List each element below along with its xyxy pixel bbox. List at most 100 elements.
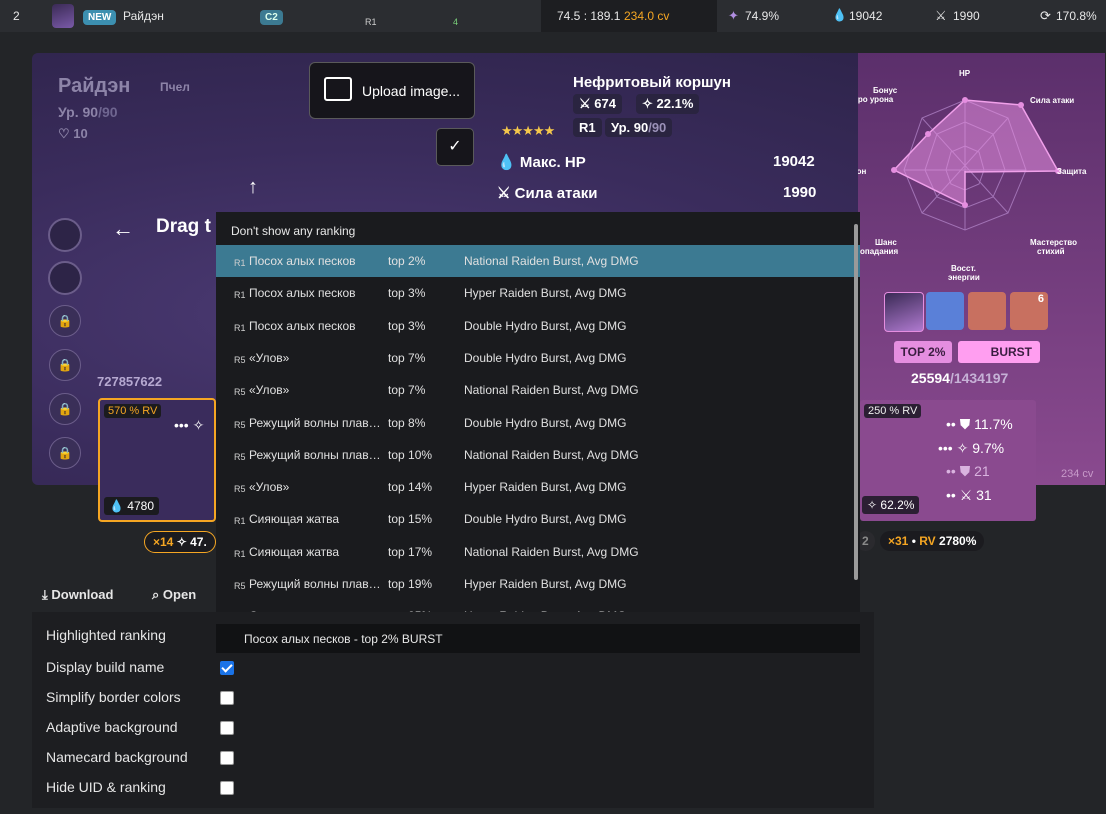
talent-slot-2[interactable] [48, 261, 82, 295]
artifact-card-flower[interactable]: 570 % RV 💧 4780 ••• ✧ [98, 398, 216, 522]
radar-label-em-2: стихий [1037, 247, 1065, 256]
ranking-weapon: Сияющая жатва [249, 512, 340, 527]
constellation-badge: C2 [260, 10, 283, 25]
ranking-option[interactable]: R1 Посох алых песков top 3% Double Hydro Bu… [216, 310, 860, 342]
row-set-count: 4 [453, 17, 459, 27]
ranking-refine: R5 [234, 451, 246, 462]
weapon-atk-chip: ⚔ 674 [573, 94, 622, 114]
ranking-weapon: Посох алых песков [249, 286, 356, 301]
lock-icon: 🔒 [49, 393, 81, 425]
ranking-option[interactable]: R5 Режущий волны плавн... top 8% Double Hyd… [216, 407, 860, 439]
ranking-top-badge: TOP 2% [894, 341, 952, 363]
radar-label-def: Защита [1057, 167, 1087, 176]
substat-cr: •• ⛊ 11.7% [946, 416, 1013, 432]
drag-hint: Drag t [156, 216, 211, 237]
sword-icon: •• ⚔ [946, 487, 973, 503]
ranking-name: Double Hydro Burst, Avg DMG [464, 350, 627, 365]
option-checkbox[interactable] [220, 721, 234, 735]
option-checkbox[interactable] [220, 691, 234, 705]
upload-image-button[interactable]: Upload image... [309, 62, 475, 119]
crit-icon: ✧ [176, 535, 187, 549]
artifact-main-stat: ✧ 62.2% [862, 496, 920, 514]
crit-ratio: 74.5 : 189.1 [557, 9, 621, 23]
open-button[interactable]: ⌕ Open [152, 587, 196, 603]
artifact-rv: 250 % RV [864, 404, 922, 418]
upload-label: Upload image... [362, 83, 461, 99]
ranking-option[interactable]: R1 Сияющая жатва top 17% National Raiden Bu… [216, 536, 860, 568]
character-title: Пчел [160, 80, 190, 94]
substat-crit: ••• ✧ 9.7% [938, 440, 1005, 456]
ranking-option[interactable]: R5 Режущий волны плавн... top 10% National … [216, 439, 860, 471]
option-checkbox[interactable] [220, 781, 234, 795]
ranking-option[interactable]: R1 Посох алых песков top 2% National Raiden… [216, 245, 860, 277]
radar-label-er-1: Восст. [951, 264, 976, 273]
ranking-refine: R1 [234, 548, 246, 559]
ranking-name: National Raiden Burst, Avg DMG [464, 254, 639, 268]
ranking-top: top 14% [388, 480, 433, 495]
leaderboard-row[interactable]: 2 NEW Райдэн C2 R1 4 74.5 : 189.1 234.0 … [0, 0, 1106, 32]
option-checkbox[interactable] [220, 661, 234, 675]
team-member-slot-3[interactable] [968, 292, 1006, 330]
weapon-refine-chip: R1 [573, 118, 602, 137]
ranking-refine: R5 [234, 581, 246, 591]
download-icon: ⤓ [42, 587, 48, 602]
team-member-slot-2[interactable] [926, 292, 964, 330]
ranking-top: top 7% [388, 350, 426, 365]
radar-label-er-2: энергии [948, 273, 980, 282]
ranking-option[interactable]: R5 «Улов» top 7% National Raiden Burst, Avg… [216, 374, 860, 406]
row-er: 74.9% [745, 9, 780, 23]
build-summary-pill: ×31 • RV 2780% [880, 531, 985, 551]
ranking-dropdown[interactable]: Don't show any ranking R1 Посох алых песк… [216, 212, 860, 614]
ranking-refine: R1 [234, 516, 246, 527]
radar-label-cr-2: опадания [860, 247, 898, 256]
character-level: Ур. 90/90 [58, 104, 118, 120]
image-icon [324, 77, 352, 101]
download-button[interactable]: ⤓ Download [42, 587, 113, 603]
ranking-option[interactable]: R1 Сияющая жатва top 15% Double Hydro Burst… [216, 503, 860, 535]
ranking-weapon: «Улов» [249, 480, 290, 495]
hp-icon: 💧 [832, 8, 847, 22]
ranking-top: top 15% [388, 512, 433, 527]
ranking-name: National Raiden Burst, Avg DMG [464, 383, 639, 398]
confirm-check-button[interactable]: ✓ [436, 128, 474, 166]
ranking-option[interactable]: R5 Режущий волны плавн... top 19% Hyper Rai… [216, 568, 860, 600]
character-name: Райдэн [58, 75, 131, 97]
ranking-refine: R1 [234, 258, 246, 268]
arrow-left-icon[interactable]: ← [112, 216, 134, 242]
shield-icon: •• ⛊ [946, 463, 971, 479]
ranking-refine: R5 [234, 419, 246, 430]
option-label: Hide UID & ranking [46, 779, 166, 795]
artifact-card-circlet[interactable]: 250 % RV •• ⛊ 11.7% ••• ✧ 9.7% •• ⛊ 21 •… [860, 400, 1036, 521]
ranking-option[interactable]: R1 Посох алых песков top 3% Hyper Raiden Bu… [216, 277, 860, 309]
crit-icon: ✧ [867, 498, 878, 512]
team-member-slot-4[interactable]: 6 [1010, 292, 1048, 330]
arrow-up-icon[interactable]: ↑ [248, 176, 258, 199]
row-character-name: Райдэн [123, 9, 164, 23]
highlighted-ranking-label: Highlighted ranking [46, 627, 166, 643]
lock-icon: 🔒 [49, 349, 81, 381]
talent-slot-1[interactable] [48, 218, 82, 252]
electro-icon: ✦ [728, 8, 739, 23]
hp-icon: 💧 [109, 499, 124, 513]
option-checkbox[interactable] [220, 751, 234, 765]
team-member-raiden[interactable] [884, 292, 924, 332]
ranking-weapon: Посох алых песков [249, 318, 356, 333]
stat-hp-value: 19042 [773, 153, 815, 170]
weapon-stars: ★★★★★ [501, 123, 555, 138]
ranking-name: Double Hydro Burst, Avg DMG [464, 318, 627, 333]
ranking-refine: R5 [234, 354, 246, 365]
option-label: Adaptive background [46, 719, 178, 735]
radar-label-em-1: Мастерство [1030, 238, 1077, 247]
highlighted-ranking-value: Посох алых песков - top 2% BURST [244, 632, 443, 646]
ranking-name: Hyper Raiden Burst, Avg DMG [464, 480, 627, 495]
ranking-option[interactable]: R5 «Улов» top 7% Double Hydro Burst, Avg DM… [216, 342, 860, 374]
ranking-top: top 3% [388, 286, 426, 301]
ranking-name: National Raiden Burst, Avg DMG [464, 447, 639, 462]
dropdown-scrollbar[interactable] [854, 224, 858, 580]
weapon-level-chip: Ур. 90/90 [605, 118, 673, 137]
ranking-option[interactable]: R5 «Улов» top 14% Hyper Raiden Burst, Avg D… [216, 471, 860, 503]
team-count: 6 [1037, 293, 1044, 305]
dropdown-none-option[interactable]: Don't show any ranking [231, 224, 355, 238]
ranking-top: top 7% [388, 383, 426, 398]
highlighted-ranking-select[interactable]: Посох алых песков - top 2% BURST [216, 624, 860, 653]
